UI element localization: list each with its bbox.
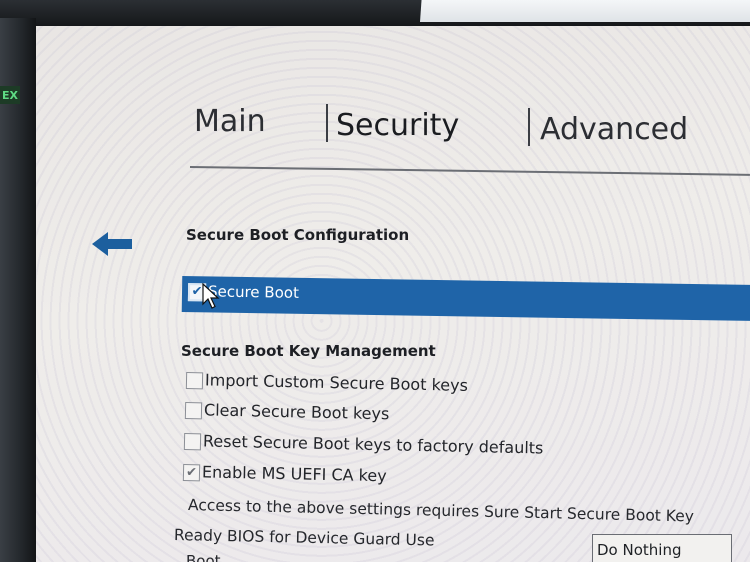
tab-main[interactable]: Main — [194, 104, 266, 139]
bios-screen: Main Security Advanced Secure Boot Confi… — [36, 26, 750, 562]
device-guard-select[interactable]: Do Nothing — [592, 534, 732, 562]
import-custom-keys-checkbox[interactable] — [185, 372, 204, 390]
tab-underline — [189, 166, 750, 176]
ceiling-light — [420, 0, 750, 22]
tab-security[interactable]: Security — [336, 108, 459, 143]
back-arrow-icon[interactable] — [90, 230, 134, 258]
device-guard-label: Ready BIOS for Device Guard Use — [173, 526, 435, 550]
mouse-pointer-icon — [202, 282, 220, 309]
sure-start-info-text: Access to the above settings requires Su… — [187, 496, 695, 526]
reset-keys-label: Reset Secure Boot keys to factory defaul… — [202, 431, 544, 458]
tab-advanced[interactable]: Advanced — [540, 112, 688, 147]
enable-ms-uefi-ca-key-checkbox[interactable]: ✔ — [182, 464, 201, 482]
clear-keys-checkbox[interactable] — [184, 402, 203, 420]
key-management-heading: Secure Boot Key Management — [181, 342, 436, 360]
exit-sign: EX — [0, 86, 20, 104]
enable-ms-uefi-ca-key-label: Enable MS UEFI CA key — [201, 462, 387, 486]
boot-setting-label: Boot — [186, 552, 221, 562]
secure-boot-option-row[interactable]: ✔ Secure Boot — [181, 276, 750, 322]
tab-divider — [528, 108, 530, 146]
bios-tab-bar: Main Security Advanced — [190, 102, 750, 152]
reset-keys-checkbox[interactable] — [183, 433, 202, 451]
tab-divider — [326, 104, 328, 142]
import-custom-keys-label: Import Custom Secure Boot keys — [204, 370, 469, 395]
secure-boot-label: Secure Boot — [207, 282, 300, 302]
clear-keys-label: Clear Secure Boot keys — [203, 400, 390, 424]
secure-boot-configuration-heading: Secure Boot Configuration — [186, 226, 410, 244]
